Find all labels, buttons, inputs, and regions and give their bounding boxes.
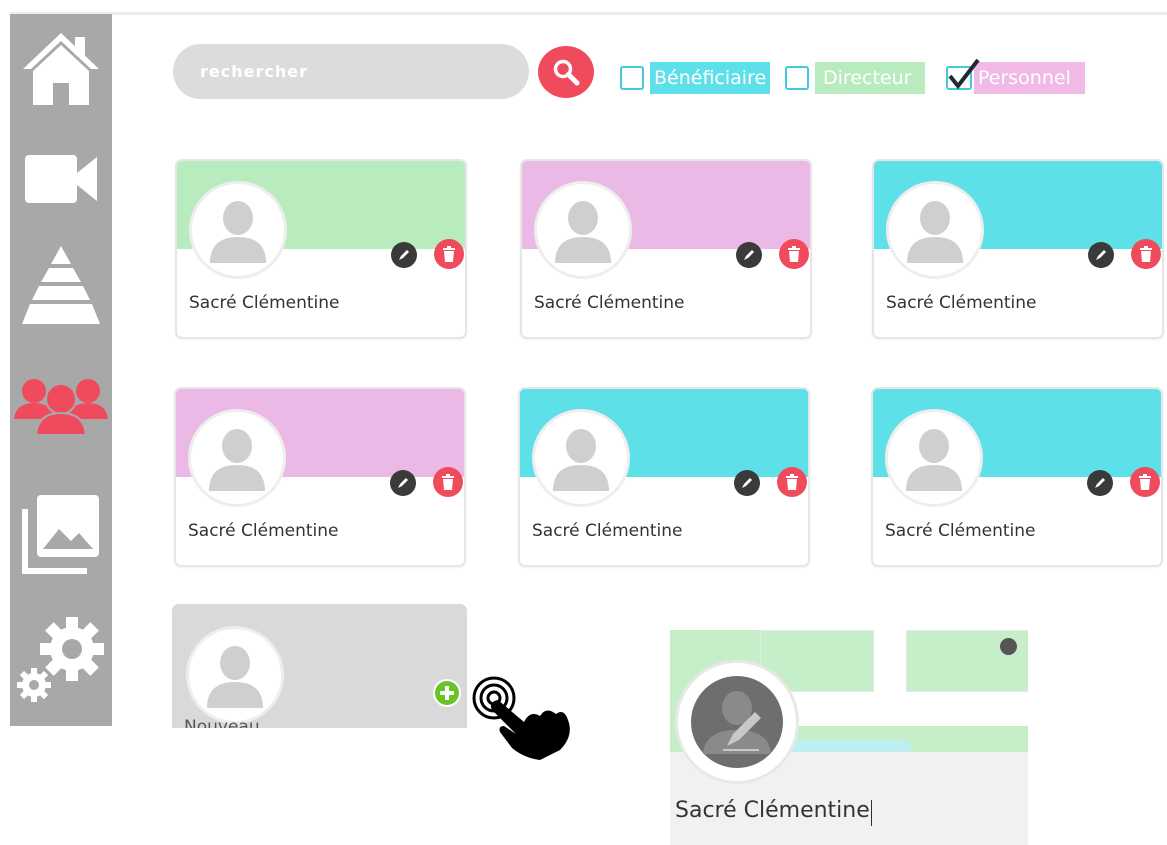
crop-mask [0, 728, 680, 845]
delete-button[interactable] [779, 239, 809, 269]
checkbox-beneficiaire[interactable] [620, 66, 644, 90]
filter-label-personnel: Personnel [974, 62, 1085, 94]
trash-icon [1139, 474, 1151, 490]
user-icon [210, 201, 266, 263]
edit-button[interactable] [390, 470, 416, 496]
pencil-icon [1096, 250, 1106, 260]
mini-card-strip [780, 740, 910, 752]
home-icon[interactable] [10, 26, 112, 112]
avatar [886, 181, 984, 279]
search-icon [553, 59, 580, 86]
card-name: Sacré Clémentine [188, 521, 339, 541]
trash-icon [1140, 246, 1152, 262]
plus-icon [440, 686, 454, 700]
user-icon [906, 429, 962, 491]
card-name: Sacré Clémentine [532, 521, 683, 541]
edit-button[interactable] [391, 242, 417, 268]
text-cursor [871, 800, 872, 826]
person-card[interactable]: Sacré Clémentine [872, 159, 1164, 339]
hand-pointer-icon [472, 676, 570, 760]
filter-beneficiaire[interactable]: Bénéficiaire [620, 61, 771, 95]
avatar [188, 409, 286, 507]
delete-button[interactable] [1130, 467, 1160, 497]
new-person-card[interactable] [172, 604, 467, 734]
person-card[interactable]: Sacré Clémentine [518, 387, 810, 567]
person-card[interactable]: Sacré Clémentine [520, 159, 812, 339]
avatar [186, 626, 284, 724]
checkbox-personnel[interactable] [946, 58, 980, 90]
checkbox-directeur[interactable] [785, 66, 809, 90]
users-group-icon[interactable] [10, 370, 112, 440]
person-card[interactable]: Sacré Clémentine [871, 387, 1163, 567]
avatar [885, 409, 983, 507]
avatar [534, 181, 632, 279]
edit-button[interactable] [736, 242, 762, 268]
card-name: Sacré Clémentine [189, 293, 340, 313]
settings-gears-icon[interactable] [10, 612, 112, 708]
edit-button[interactable] [1087, 470, 1113, 496]
user-icon [553, 429, 609, 491]
edit-button[interactable] [1088, 242, 1114, 268]
filter-label-beneficiaire: Bénéficiaire [650, 62, 771, 94]
card-name: Sacré Clémentine [534, 293, 685, 313]
filter-label-directeur: Directeur [815, 62, 926, 94]
pencil-icon [1095, 478, 1105, 488]
search-input[interactable] [173, 44, 529, 99]
trash-icon [443, 246, 455, 262]
trash-icon [788, 246, 800, 262]
video-camera-icon[interactable] [10, 144, 112, 214]
edit-popup: Sacré Clémentine [670, 630, 1028, 845]
card-name: Sacré Clémentine [886, 293, 1037, 313]
pencil-icon [742, 478, 752, 488]
pyramid-icon[interactable] [10, 242, 112, 330]
sidebar [10, 14, 112, 726]
checkmark-icon [948, 58, 980, 90]
delete-button[interactable] [1131, 239, 1161, 269]
card-name: Sacré Clémentine [885, 521, 1036, 541]
user-icon [209, 429, 265, 491]
pencil-icon [399, 250, 409, 260]
filter-directeur[interactable]: Directeur [785, 61, 926, 95]
mini-edit-icon [1000, 638, 1017, 655]
edit-button[interactable] [734, 470, 760, 496]
person-card[interactable]: Sacré Clémentine [174, 387, 466, 567]
trash-icon [442, 474, 454, 490]
delete-button[interactable] [433, 467, 463, 497]
popup-name-input[interactable]: Sacré Clémentine [675, 798, 870, 823]
add-button[interactable] [433, 679, 461, 707]
user-icon [555, 201, 611, 263]
edit-avatar-icon [691, 676, 783, 768]
pencil-icon [398, 478, 408, 488]
search-button[interactable] [538, 46, 594, 98]
avatar [532, 409, 630, 507]
popup-avatar[interactable] [675, 660, 799, 784]
trash-icon [786, 474, 798, 490]
pencil-icon [744, 250, 754, 260]
delete-button[interactable] [777, 467, 807, 497]
avatar [189, 181, 287, 279]
user-icon [207, 646, 263, 708]
user-icon [907, 201, 963, 263]
gallery-icon[interactable] [10, 488, 112, 578]
top-divider [10, 12, 1167, 15]
filter-personnel[interactable]: Personnel [946, 58, 1085, 95]
person-card[interactable]: Sacré Clémentine [175, 159, 467, 339]
delete-button[interactable] [434, 239, 464, 269]
